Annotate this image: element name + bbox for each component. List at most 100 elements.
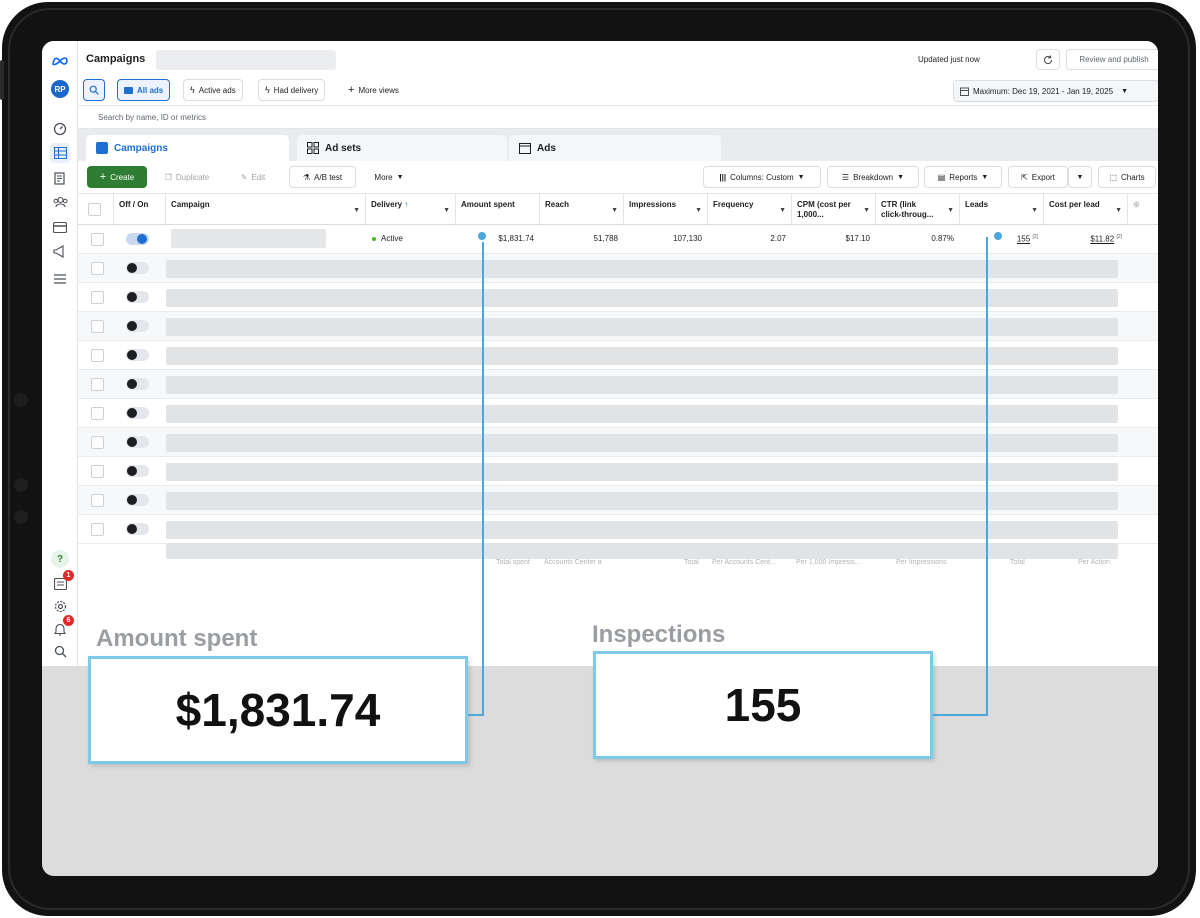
tab-ads[interactable]: Ads (509, 135, 721, 161)
tab-ad-sets[interactable]: Ad sets (297, 135, 507, 161)
row-checkbox[interactable] (91, 407, 104, 420)
campaign-toggle[interactable] (126, 291, 149, 303)
table-row[interactable] (78, 341, 1158, 370)
review-publish-button[interactable]: Review and publish (1066, 49, 1158, 70)
pages-icon[interactable] (50, 168, 70, 188)
account-avatar[interactable]: RP (50, 79, 70, 99)
more-views-button[interactable]: + More views (341, 79, 406, 101)
reach-header[interactable]: Reach ▼ (540, 194, 624, 226)
megaphone-icon[interactable] (50, 241, 70, 261)
table-row[interactable] (78, 370, 1158, 399)
tablet-device: RP ? 1 6 Campaigns Updated just now Revi… (0, 0, 1200, 918)
search-bar (78, 105, 1158, 129)
breakdown-button[interactable]: ☰ Breakdown ▼ (827, 166, 919, 188)
campaign-toggle[interactable] (126, 349, 149, 361)
cost-per-lead-cell[interactable]: $11.82 [2] (1044, 234, 1122, 244)
search-input[interactable] (98, 111, 698, 124)
frequency-header[interactable]: Frequency ▼ (708, 194, 792, 226)
row-checkbox[interactable] (91, 262, 104, 275)
folder-icon (124, 86, 133, 94)
pencil-icon: ✎ (240, 172, 248, 182)
reports-button[interactable]: ▤ Reports ▼ (924, 166, 1002, 188)
all-ads-view[interactable]: All ads (117, 79, 171, 101)
row-checkbox[interactable] (91, 436, 104, 449)
off-on-header[interactable]: Off / On (114, 194, 166, 226)
row-checkbox[interactable] (91, 465, 104, 478)
tab-campaigns-label: Campaigns (114, 142, 168, 154)
row-checkbox[interactable] (91, 494, 104, 507)
row-checkbox[interactable] (91, 320, 104, 333)
charts-button[interactable]: ⬚ Charts (1098, 166, 1156, 188)
leads-header[interactable]: Leads ▼ (960, 194, 1044, 226)
table-row[interactable] (78, 312, 1158, 341)
export-button[interactable]: ⇱ Export (1008, 166, 1068, 188)
amount-connector-line (482, 237, 484, 716)
table-row[interactable] (78, 399, 1158, 428)
cost-per-lead-header[interactable]: Cost per lead ▼ (1044, 194, 1128, 226)
columns-button[interactable]: ||| Columns: Custom ▼ (703, 166, 821, 188)
table-row[interactable] (78, 457, 1158, 486)
inspections-callout-box: 155 (593, 651, 933, 759)
table-row[interactable] (78, 428, 1158, 457)
billing-card-icon[interactable] (50, 217, 70, 237)
audiences-icon[interactable] (50, 192, 70, 212)
lightning-icon: ϟ (265, 85, 270, 95)
campaign-toggle[interactable] (126, 320, 149, 332)
export-options-button[interactable]: ▼ (1068, 166, 1092, 188)
all-ads-label: All ads (137, 85, 164, 95)
chevron-down-icon: ▼ (1115, 207, 1122, 214)
campaign-toggle[interactable] (126, 407, 149, 419)
search-toggle-button[interactable] (83, 79, 105, 101)
meta-logo-icon[interactable] (50, 51, 70, 71)
cost-per-lead-value[interactable]: $11.82 (1090, 235, 1114, 244)
campaigns-table-icon[interactable] (50, 143, 70, 163)
table-row[interactable] (78, 254, 1158, 283)
campaign-header[interactable]: Campaign ▼ (166, 194, 366, 226)
delivery-header[interactable]: Delivery ↑ ▼ (366, 194, 456, 226)
ctr-header-line1: CTR (link (881, 200, 917, 209)
amount-spent-header[interactable]: Amount spent (456, 194, 540, 226)
campaign-toggle[interactable] (126, 523, 149, 535)
active-ads-view[interactable]: ϟ Active ads (183, 79, 243, 101)
news-icon[interactable]: 1 (50, 570, 74, 594)
settings-gear-icon[interactable] (50, 596, 70, 616)
row-checkbox[interactable] (91, 291, 104, 304)
add-column-header[interactable]: ⊕ (1128, 194, 1158, 226)
summary-total-leads: Total (1010, 559, 1025, 566)
row-checkbox[interactable] (91, 378, 104, 391)
row-checkbox[interactable] (91, 233, 104, 246)
inspections-callout-label: Inspections (592, 621, 726, 648)
dashboard-icon[interactable] (50, 119, 70, 139)
campaign-name-redacted[interactable] (171, 229, 326, 248)
campaign-toggle[interactable] (126, 378, 149, 390)
row-checkbox[interactable] (91, 523, 104, 536)
had-delivery-view[interactable]: ϟ Had delivery (258, 79, 326, 101)
campaign-toggle[interactable] (126, 494, 149, 506)
campaign-toggle[interactable] (126, 233, 149, 245)
refresh-button[interactable] (1036, 49, 1060, 70)
tab-campaigns[interactable]: Campaigns (86, 135, 289, 161)
campaign-toggle[interactable] (126, 436, 149, 448)
table-row[interactable] (78, 283, 1158, 312)
duplicate-button[interactable]: ❐ Duplicate (153, 166, 221, 188)
ab-test-button[interactable]: ⚗ A/B test (289, 166, 356, 188)
leads-value[interactable]: 155 (1017, 235, 1030, 244)
ctr-header[interactable]: CTR (link click-throug... ▼ (876, 194, 960, 226)
search-icon[interactable] (50, 641, 70, 661)
row-redacted (166, 405, 1118, 423)
date-range-picker[interactable]: Maximum: Dec 19, 2021 - Jan 19, 2025 ▼ (953, 80, 1158, 102)
more-actions-button[interactable]: More ▼ (363, 166, 415, 188)
cpm-header[interactable]: CPM (cost per 1,000... ▼ (792, 194, 876, 226)
notifications-bell-icon[interactable]: 6 (50, 615, 74, 639)
edit-button[interactable]: ✎ Edit (228, 166, 278, 188)
campaign-toggle[interactable] (126, 465, 149, 477)
all-tools-menu-icon[interactable] (50, 269, 70, 289)
chevron-down-icon: ▼ (443, 207, 450, 214)
create-button[interactable]: + Create (87, 166, 147, 188)
row-checkbox[interactable] (91, 349, 104, 362)
impressions-header[interactable]: Impressions ▼ (624, 194, 708, 226)
help-icon[interactable]: ? (50, 549, 70, 569)
campaign-toggle[interactable] (126, 262, 149, 274)
table-row[interactable] (78, 486, 1158, 515)
select-all-checkbox[interactable] (88, 203, 101, 216)
